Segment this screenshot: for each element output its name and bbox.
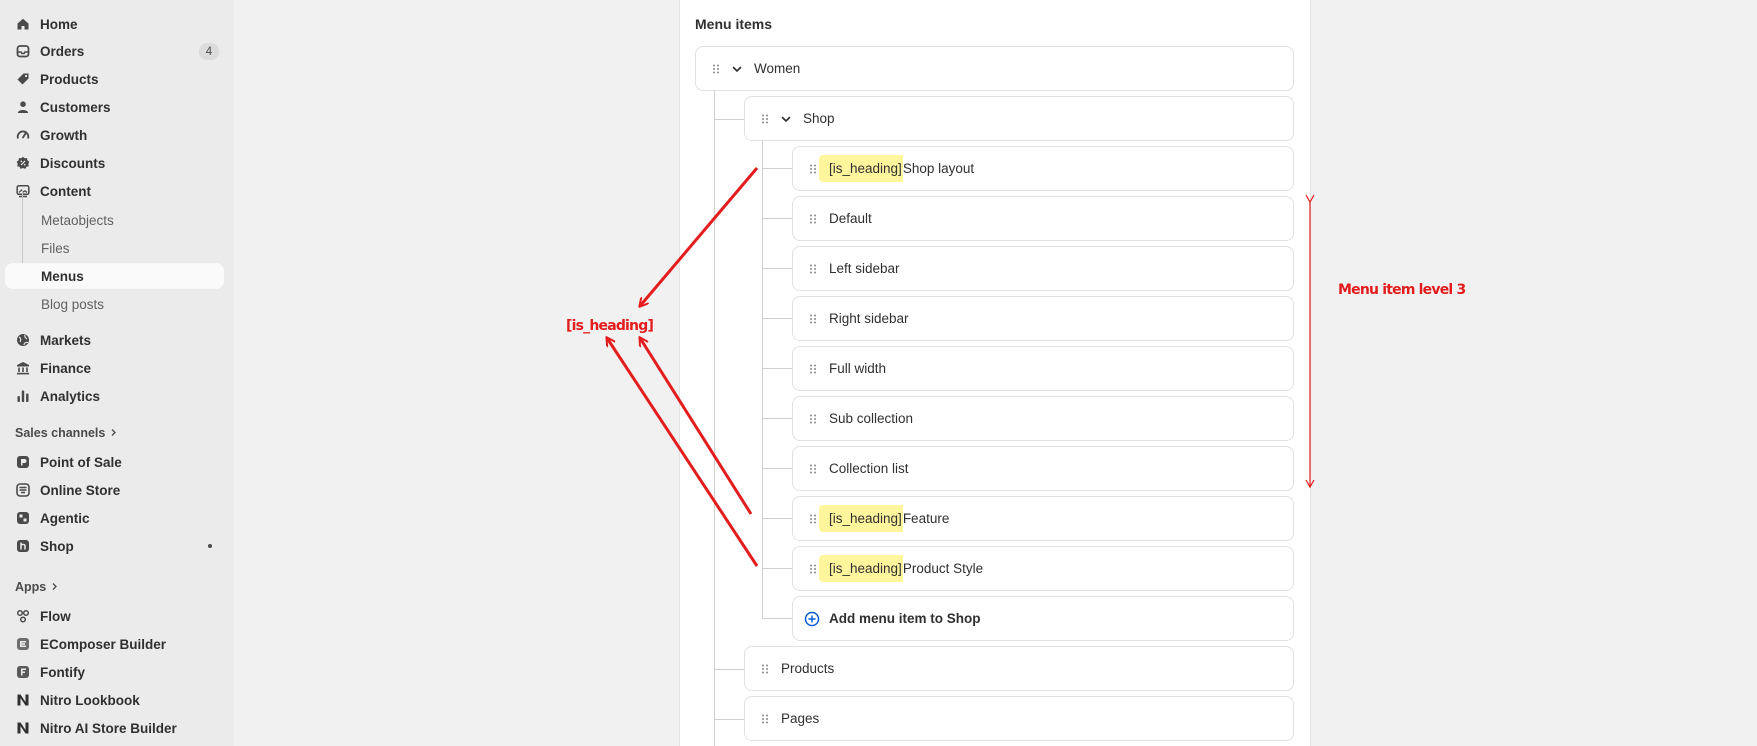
- annotation-level3-label: Menu item level 3: [1338, 282, 1466, 298]
- annotation-arrow: [640, 338, 753, 515]
- annotation-overlay: [0, 167, 1315, 567]
- annotation-is-heading-label: [is_heading]: [566, 318, 654, 334]
- annotation-arrow: [640, 167, 759, 306]
- annotation-arrow: [607, 338, 759, 567]
